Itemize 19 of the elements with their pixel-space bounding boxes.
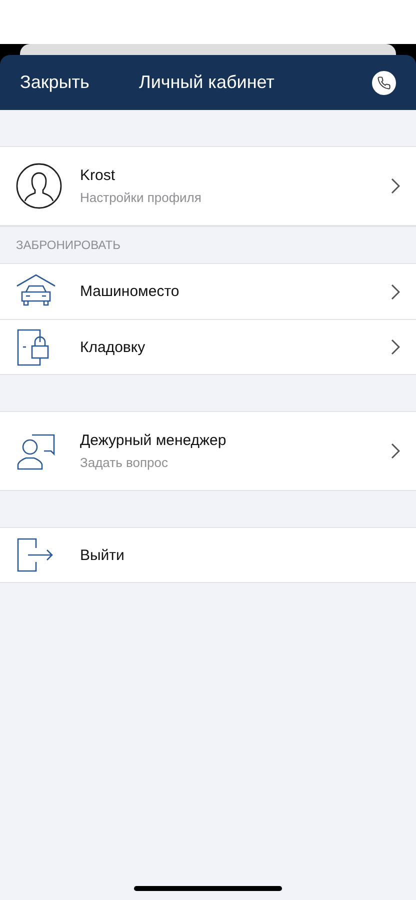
phone-button[interactable] xyxy=(372,70,396,94)
menu-item[interactable]: Дежурный менеджер Задать вопрос xyxy=(0,411,416,491)
item-title: Дежурный менеджер xyxy=(80,432,228,449)
item-title: Кладовку xyxy=(80,338,146,356)
screen-title: Личный кабинет xyxy=(139,72,274,93)
logout-icon xyxy=(16,538,54,572)
item-subtitle: Задать вопрос xyxy=(80,455,169,470)
menu-item[interactable]: Выйти xyxy=(0,527,416,583)
door-lock-icon xyxy=(16,328,50,366)
item-title: Машиноместо xyxy=(80,283,180,300)
menu-item[interactable]: Машиноместо xyxy=(0,263,416,319)
item-title: Krost xyxy=(80,167,116,184)
menu-item[interactable]: Кладовку xyxy=(0,319,416,375)
item-title: Выйти xyxy=(80,546,126,564)
item-subtitle: Настройки профиля xyxy=(80,190,202,205)
person-icon xyxy=(16,163,62,209)
menu-item[interactable]: Krost Настройки профиля xyxy=(0,146,416,226)
close-button[interactable]: Закрыть xyxy=(20,72,90,93)
phone-icon xyxy=(377,76,391,90)
